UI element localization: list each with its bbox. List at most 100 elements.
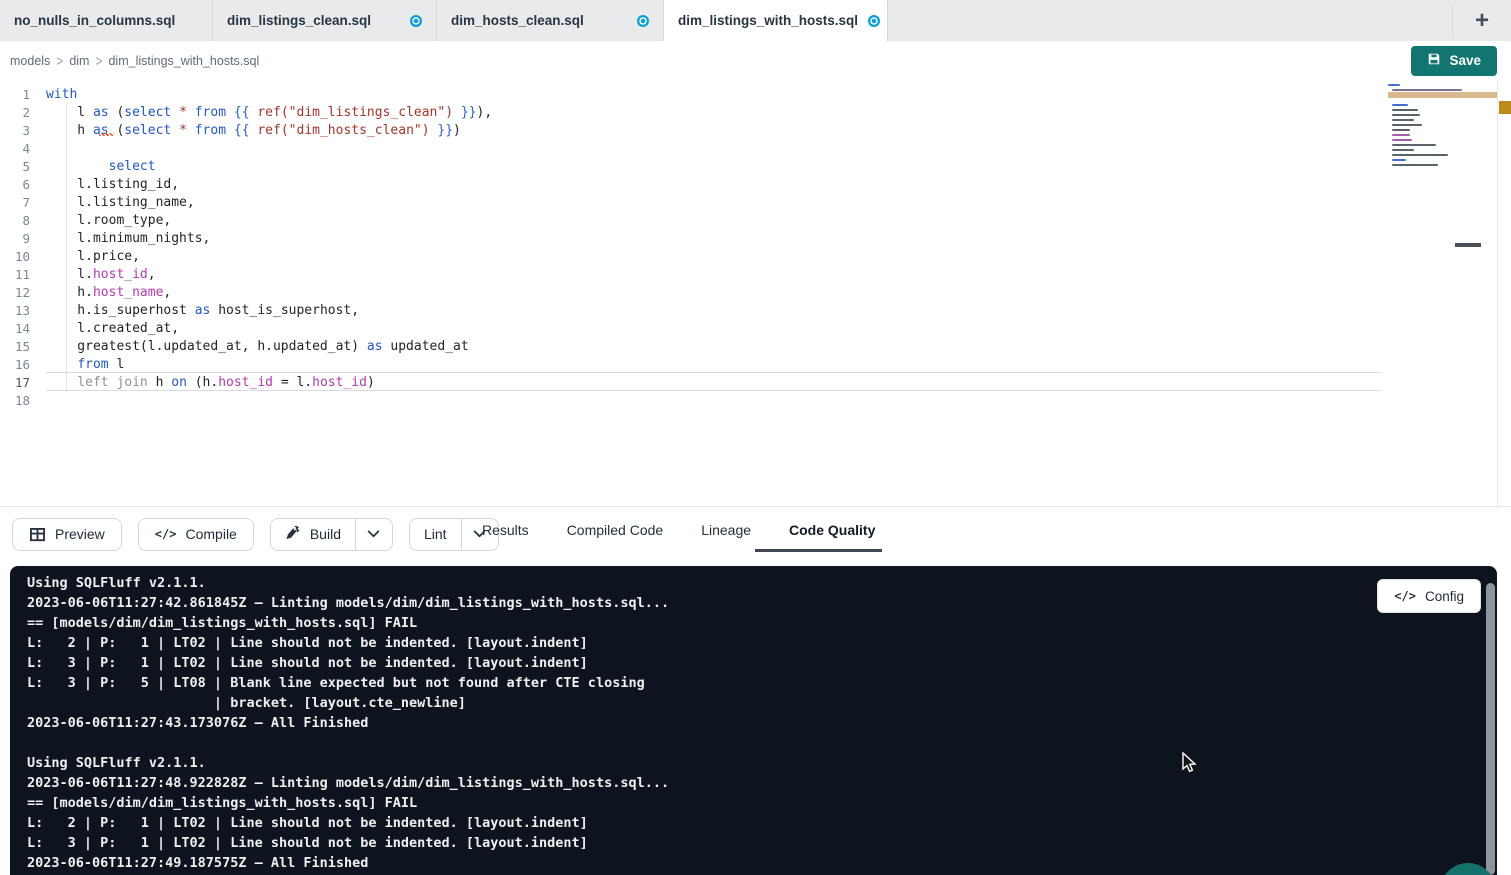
dbt-ide-window: no_nulls_in_columns.sql dim_listings_clea… [0,0,1511,875]
file-tab-dim_listings_with_hosts-sql[interactable]: dim_listings_with_hosts.sql [664,0,888,41]
terminal-output: Using SQLFluff v2.1.1. 2023-06-06T11:27:… [27,573,669,873]
line-number: 5 [0,158,46,176]
line-number: 11 [0,266,46,284]
overview-gutter-divider [1497,80,1498,506]
panel-tab-results[interactable]: Results [480,522,531,538]
code-icon: </> [1394,589,1416,603]
terminal-scrollbar-thumb[interactable] [1486,583,1495,875]
code-editor[interactable]: 1with2 l as (select * from {{ ref("dim_l… [0,80,1511,506]
chevron-down-icon [367,525,380,543]
line-number: 10 [0,248,46,266]
line-number: 13 [0,302,46,320]
minimap-line [1392,134,1410,136]
panel-tab-compiled-code[interactable]: Compiled Code [565,522,666,538]
compile-button[interactable]: </> Compile [138,518,254,551]
code-line: 3 h as (select * from {{ ref("dim_hosts_… [0,122,1511,140]
minimap-line [1392,149,1414,151]
file-tab-bar: no_nulls_in_columns.sql dim_listings_clea… [0,0,1511,41]
code-line: 1with [0,86,1511,104]
build-button[interactable]: Build [271,519,355,550]
breadcrumb-bar: models > dim > dim_listings_with_hosts.s… [0,41,1511,80]
minimap-line [1392,154,1448,156]
overview-warning-marker[interactable] [1499,101,1511,114]
save-label: Save [1449,53,1481,68]
panel-tab-lineage[interactable]: Lineage [699,522,753,538]
code-line: 2 l as (select * from {{ ref("dim_listin… [0,104,1511,122]
minimap-line [1392,159,1406,161]
indent-guide [66,104,67,392]
lint-label: Lint [424,526,447,542]
line-number: 6 [0,176,46,194]
file-tab-dim_hosts_clean-sql[interactable]: dim_hosts_clean.sql [437,0,664,41]
code-line: 14 l.created_at, [0,320,1511,338]
minimap-line [1392,164,1438,166]
minimap-line [1392,129,1410,131]
minimap-line [1388,84,1400,86]
build-split-button: Build [270,518,393,551]
file-tab-label: dim_hosts_clean.sql [451,13,584,28]
minimap-line [1392,89,1462,91]
preview-button[interactable]: Preview [12,518,122,551]
lint-button[interactable]: Lint [410,519,461,550]
result-panel-tabs: Results Compiled Code Lineage Code Quality [480,507,877,553]
plus-icon: + [1475,7,1489,35]
save-floppy-icon [1427,52,1441,69]
build-label: Build [310,526,341,542]
line-number: 12 [0,284,46,302]
minimap-view-indicator [1455,243,1481,247]
minimap-line [1392,109,1418,111]
breadcrumb-separator-icon: > [95,52,102,69]
file-tab-label: dim_listings_clean.sql [227,13,371,28]
breadcrumb-dim[interactable]: dim [69,54,89,68]
code-line: 4 [0,140,1511,158]
code-line: 10 l.price, [0,248,1511,266]
code-line: 13 h.is_superhost as host_is_superhost, [0,302,1511,320]
minimap-warning-band [1388,92,1497,98]
file-tab-label: dim_listings_with_hosts.sql [678,13,858,28]
line-number: 2 [0,104,46,122]
line-number: 1 [0,86,46,104]
line-number: 9 [0,230,46,248]
code-line: 16 from l [0,356,1511,374]
breadcrumb-file[interactable]: dim_listings_with_hosts.sql [108,54,259,68]
unsaved-changes-dot-icon [410,15,422,27]
breadcrumb-separator-icon: > [56,52,63,69]
build-dropdown-chevron[interactable] [355,519,392,550]
unsaved-changes-dot-icon [868,15,880,27]
code-icon: </> [155,527,177,541]
minimap-line [1392,119,1414,121]
panel-tab-code-quality[interactable]: Code Quality [787,522,877,538]
minimap-line [1392,144,1436,146]
table-grid-icon [29,527,46,542]
file-tab-no_nulls_in_columns-sql[interactable]: no_nulls_in_columns.sql [0,0,213,41]
config-button[interactable]: </> Config [1377,579,1481,613]
config-label: Config [1425,589,1464,604]
code-line: 6 l.listing_id, [0,176,1511,194]
new-tab-button[interactable]: + [1453,0,1511,41]
code-line: 15 greatest(l.updated_at, h.updated_at) … [0,338,1511,356]
line-number: 18 [0,392,46,410]
code-line: 18 [0,392,1511,410]
lint-squiggle-underline [99,133,114,136]
line-number: 17 [0,374,46,392]
line-number: 7 [0,194,46,212]
code-line: 17 left join h on (h.host_id = l.host_id… [0,374,1511,392]
minimap-line [1392,114,1420,116]
line-number: 15 [0,338,46,356]
editor-minimap[interactable] [1388,84,1462,194]
minimap-line [1392,124,1422,126]
line-number: 16 [0,356,46,374]
code-line: 11 l.host_id, [0,266,1511,284]
code-line: 8 l.room_type, [0,212,1511,230]
line-number: 3 [0,122,46,140]
code-line: 5 select [0,158,1511,176]
line-number: 14 [0,320,46,338]
unsaved-changes-dot-icon [637,15,649,27]
save-button[interactable]: Save [1411,46,1497,76]
active-tab-underline [755,549,882,552]
code-line: 7 l.listing_name, [0,194,1511,212]
lint-output-terminal: Using SQLFluff v2.1.1. 2023-06-06T11:27:… [10,566,1497,875]
compile-label: Compile [185,526,236,542]
file-tab-dim_listings_clean-sql[interactable]: dim_listings_clean.sql [213,0,437,41]
breadcrumb-models[interactable]: models [10,54,50,68]
